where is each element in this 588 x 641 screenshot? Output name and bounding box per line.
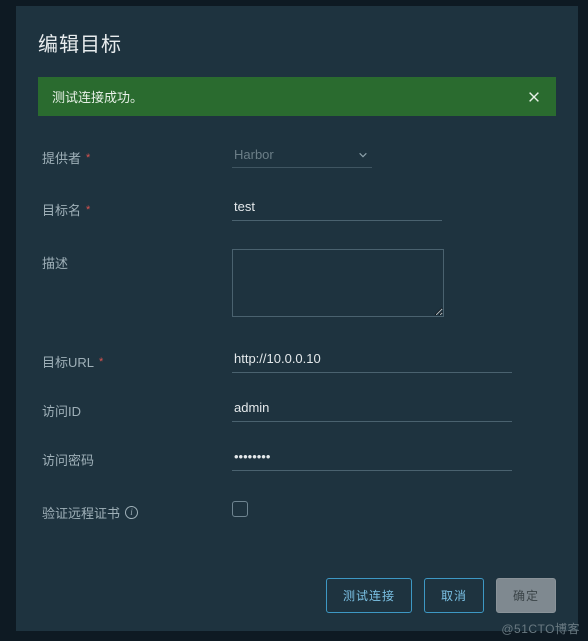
description-textarea[interactable]: [232, 249, 444, 317]
success-alert: 测试连接成功。: [38, 77, 556, 116]
provider-value: Harbor: [234, 147, 274, 162]
required-marker: *: [86, 152, 90, 164]
name-label: 目标名 *: [42, 196, 232, 219]
verify-cert-checkbox[interactable]: [232, 501, 248, 517]
required-marker: *: [86, 204, 90, 216]
info-icon[interactable]: i: [125, 506, 138, 519]
dialog-title: 编辑目标: [38, 28, 556, 57]
verify-cert-label: 验证远程证书 i: [42, 499, 232, 522]
dialog-footer: 测试连接 取消 确定: [38, 578, 556, 613]
access-secret-input[interactable]: [232, 446, 512, 471]
provider-label: 提供者 *: [42, 144, 232, 167]
description-row: 描述: [42, 249, 556, 320]
required-marker: *: [99, 356, 103, 368]
close-icon[interactable]: [526, 89, 542, 105]
endpoint-form: 提供者 * Harbor 目标名 *: [38, 144, 556, 578]
url-label: 目标URL *: [42, 348, 232, 371]
url-input[interactable]: [232, 348, 512, 373]
alert-message: 测试连接成功。: [52, 87, 143, 106]
watermark: @51CTO博客: [501, 620, 580, 637]
name-row: 目标名 *: [42, 196, 556, 221]
description-label: 描述: [42, 249, 232, 272]
url-row: 目标URL *: [42, 348, 556, 373]
access-secret-row: 访问密码: [42, 446, 556, 471]
edit-endpoint-dialog: 编辑目标 测试连接成功。 提供者 * Harbor: [16, 6, 578, 631]
access-secret-label: 访问密码: [42, 446, 232, 469]
access-id-row: 访问ID: [42, 397, 556, 422]
name-input[interactable]: [232, 196, 442, 221]
test-connection-button[interactable]: 测试连接: [326, 578, 412, 613]
access-id-label: 访问ID: [42, 397, 232, 420]
cancel-button[interactable]: 取消: [424, 578, 484, 613]
access-id-input[interactable]: [232, 397, 512, 422]
provider-select[interactable]: Harbor: [232, 144, 372, 168]
chevron-down-icon: [358, 150, 368, 160]
ok-button[interactable]: 确定: [496, 578, 556, 613]
provider-row: 提供者 * Harbor: [42, 144, 556, 168]
verify-cert-row: 验证远程证书 i: [42, 499, 556, 522]
